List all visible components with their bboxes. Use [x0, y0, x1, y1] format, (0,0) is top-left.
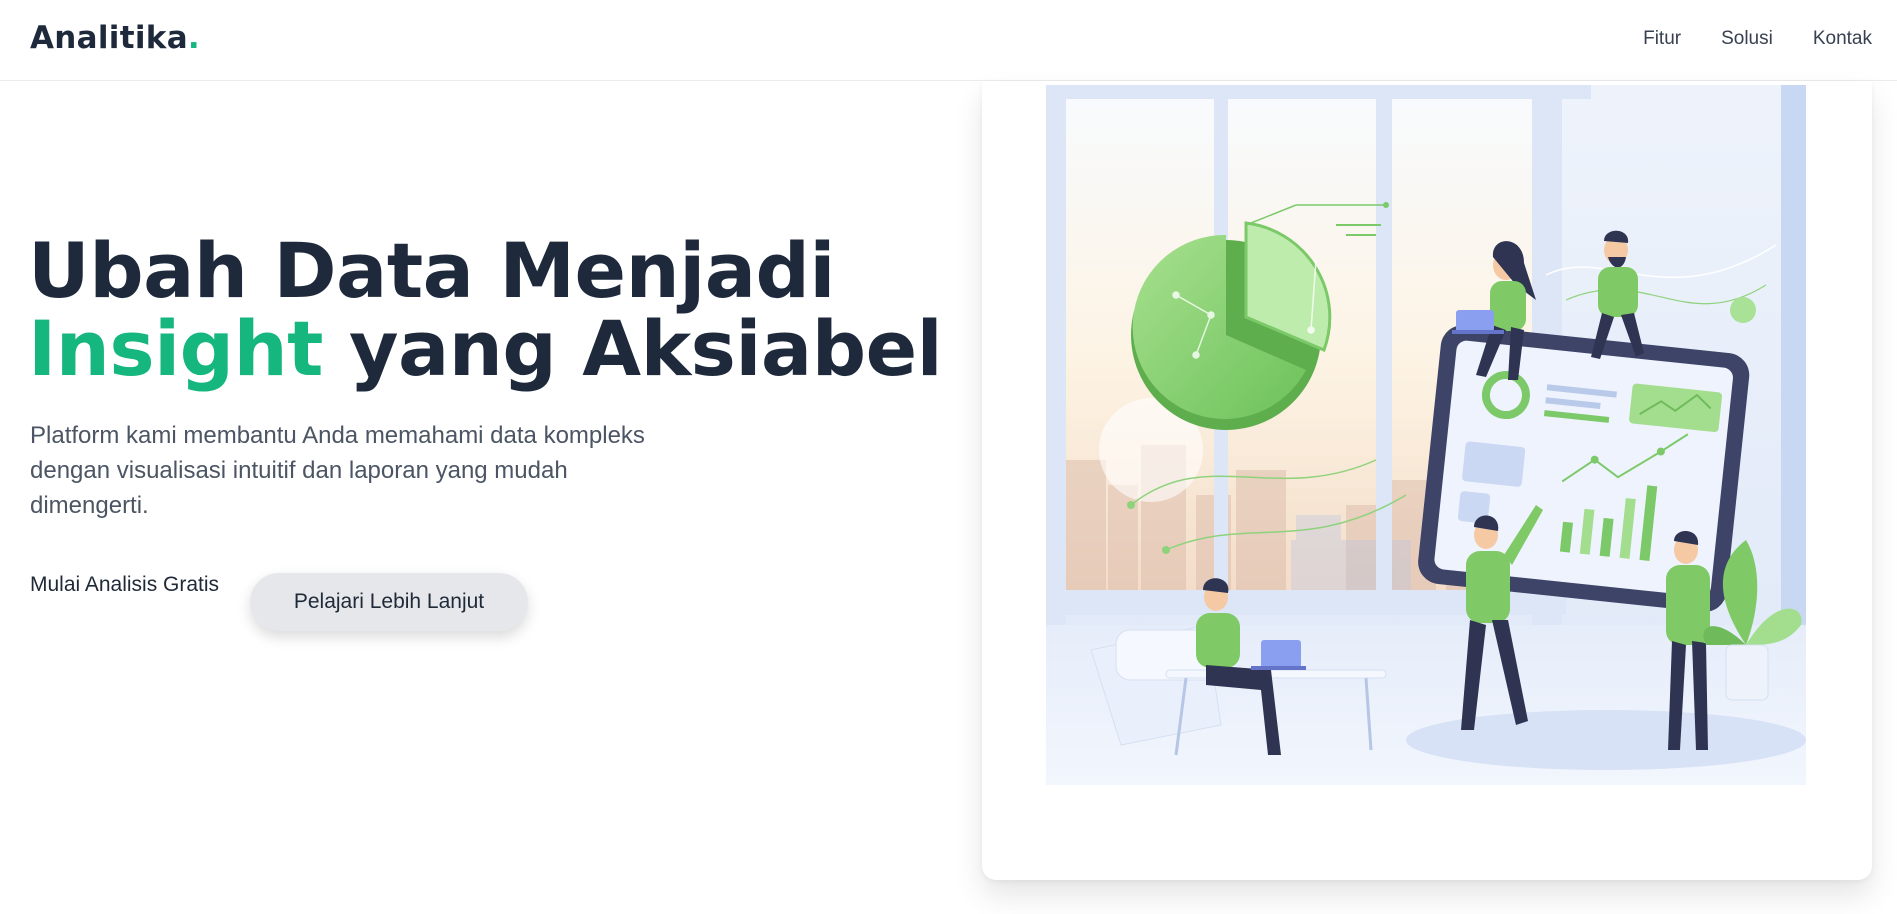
- logo[interactable]: Analitika.: [30, 20, 200, 56]
- hero-title: Ubah Data Menjadi Insight yang Aksiabel: [28, 232, 943, 388]
- hero-description: Platform kami membantu Anda memahami dat…: [30, 422, 645, 519]
- logo-text: Analitika: [30, 20, 188, 56]
- data-analysis-illustration: [1046, 85, 1806, 785]
- navbar: Analitika. Fitur Solusi Kontak: [0, 0, 1897, 81]
- hero-title-accent: Insight: [28, 304, 324, 393]
- logo-dot: .: [187, 20, 200, 56]
- nav-link-solusi[interactable]: Solusi: [1721, 28, 1773, 50]
- nav-link-fitur[interactable]: Fitur: [1643, 28, 1681, 50]
- illustration-card: [982, 81, 1872, 880]
- learn-more-button[interactable]: Pelajari Lebih Lanjut: [250, 573, 528, 631]
- nav-links: Fitur Solusi Kontak: [1643, 28, 1872, 50]
- start-analysis-button[interactable]: Mulai Analisis Gratis: [30, 573, 219, 597]
- hero-title-rest: yang Aksiabel: [323, 304, 943, 393]
- nav-link-kontak[interactable]: Kontak: [1813, 28, 1872, 50]
- hero-title-line1: Ubah Data Menjadi: [28, 226, 835, 315]
